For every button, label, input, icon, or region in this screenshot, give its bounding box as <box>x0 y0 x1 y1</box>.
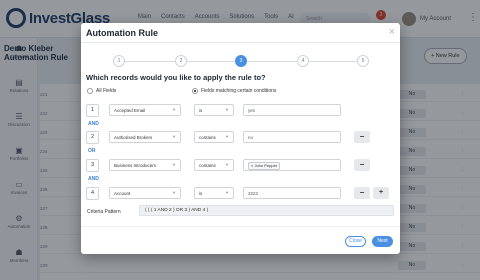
dialog-header: Automation Rule × <box>81 23 400 43</box>
field-select[interactable]: Business Introducers ▼ <box>109 159 181 171</box>
criteria-pattern-label: Criteria Pattern <box>87 209 121 215</box>
field-select[interactable]: Accepted Email ▼ <box>109 104 181 116</box>
chevron-down-icon: ▼ <box>225 134 229 139</box>
add-condition-button[interactable]: + <box>373 187 389 199</box>
field-select[interactable]: Authorised Brokers ▼ <box>109 131 181 143</box>
chevron-down-icon: ▼ <box>172 162 176 167</box>
conjunction-label: OR <box>88 148 96 154</box>
condition-row-2: 2 Authorised Brokers ▼ contains ▼ no − <box>86 130 396 144</box>
condition-number: 2 <box>86 131 99 144</box>
operator-select[interactable]: is ▼ <box>194 104 234 116</box>
step-1[interactable]: 1 <box>113 55 125 67</box>
radio-button[interactable] <box>87 88 93 94</box>
criteria-pattern-input[interactable]: ( ( ( 1 AND 2 ) OR 3 ) AND 4 ) <box>139 205 394 216</box>
value-input[interactable]: 2222 <box>243 187 341 199</box>
conjunction-label: AND <box>88 121 99 127</box>
step-3[interactable]: 3 <box>235 55 247 67</box>
chevron-down-icon: ▼ <box>172 190 176 195</box>
field-select[interactable]: Account ▼ <box>109 187 181 199</box>
conjunction-label: AND <box>88 176 99 182</box>
step-4[interactable]: 4 <box>297 55 309 67</box>
chevron-down-icon: ▼ <box>172 134 176 139</box>
value-input[interactable]: × John Pepper <box>243 159 341 171</box>
value-input[interactable]: no <box>243 131 341 143</box>
close-icon[interactable]: × <box>389 26 395 38</box>
value-tag[interactable]: × John Pepper <box>248 162 281 170</box>
wizard-stepper: 1 2 3 4 5 <box>101 55 381 69</box>
chevron-down-icon: ▼ <box>225 162 229 167</box>
operator-select[interactable]: is ▼ <box>194 187 234 199</box>
value-input[interactable]: yes <box>243 104 341 116</box>
close-button[interactable]: Close <box>345 236 366 247</box>
chevron-down-icon: ▼ <box>172 107 176 112</box>
step-2[interactable]: 2 <box>175 55 187 67</box>
automation-rule-dialog: Automation Rule × 1 2 3 4 5 Which record… <box>81 23 400 254</box>
operator-select[interactable]: contains ▼ <box>194 131 234 143</box>
remove-condition-button[interactable]: − <box>354 187 370 199</box>
step-5[interactable]: 5 <box>357 55 369 67</box>
chevron-down-icon: ▼ <box>225 190 229 195</box>
remove-condition-button[interactable]: − <box>354 159 370 171</box>
remove-condition-button[interactable]: − <box>354 131 370 143</box>
next-button[interactable]: Next <box>372 236 393 247</box>
dialog-title: Automation Rule <box>86 28 158 38</box>
condition-row-3: 3 Business Introducers ▼ contains ▼ × John… <box>86 158 396 172</box>
condition-row-4: 4 Account ▼ is ▼ 2222 − + <box>86 186 396 200</box>
radio-button-selected[interactable] <box>192 88 198 94</box>
chevron-down-icon: ▼ <box>225 107 229 112</box>
condition-number: 3 <box>86 159 99 172</box>
condition-row-1: 1 Accepted Email ▼ is ▼ yes <box>86 103 396 117</box>
operator-select[interactable]: contains ▼ <box>194 159 234 171</box>
condition-number: 4 <box>86 187 99 200</box>
dialog-divider <box>81 226 400 227</box>
question-heading: Which records would you like to apply th… <box>86 73 266 82</box>
radio-matching-conditions[interactable]: Fields matching certain conditions <box>192 88 276 94</box>
condition-number: 1 <box>86 104 99 117</box>
radio-all-fields[interactable]: All Fields <box>87 88 116 94</box>
